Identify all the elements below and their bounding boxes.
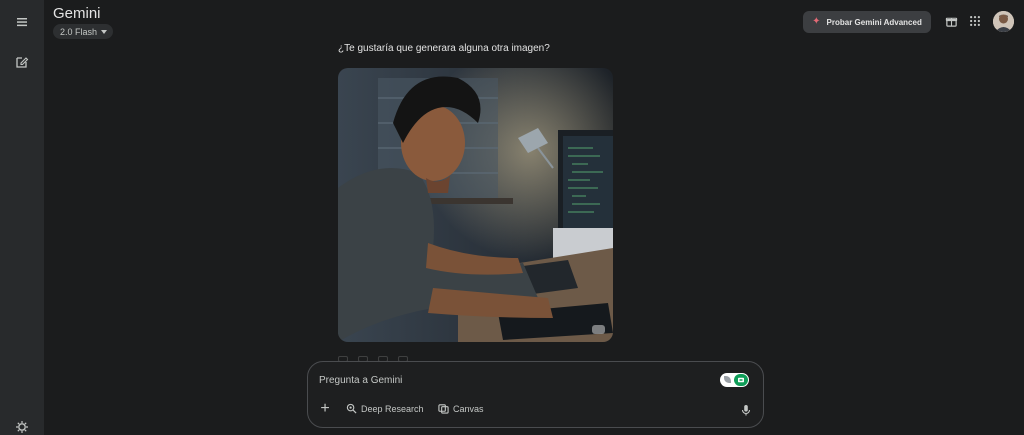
- toggle-knob: [734, 374, 748, 386]
- deep-research-label: Deep Research: [361, 404, 424, 414]
- leaf-icon: [724, 376, 731, 383]
- advanced-label: Probar Gemini Advanced: [826, 17, 922, 27]
- prompt-composer: + Deep Research Canvas: [307, 361, 764, 428]
- apps-grid-icon[interactable]: [968, 14, 982, 28]
- prompt-input[interactable]: [319, 373, 699, 387]
- app-title: Gemini: [53, 5, 101, 22]
- canvas-label: Canvas: [453, 404, 484, 414]
- model-selector[interactable]: 2.0 Flash: [53, 24, 114, 39]
- try-advanced-button[interactable]: ✦ Probar Gemini Advanced: [803, 11, 931, 33]
- caret-down-icon: [101, 29, 108, 34]
- add-attachment-button[interactable]: +: [318, 401, 332, 417]
- generated-image[interactable]: [338, 68, 613, 342]
- canvas-icon: [438, 403, 449, 416]
- gift-icon[interactable]: [944, 14, 958, 28]
- canvas-button[interactable]: Canvas: [438, 402, 484, 416]
- deep-research-icon: [346, 403, 357, 416]
- edit-icon[interactable]: [12, 52, 32, 72]
- model-question-text: ¿Te gustaría que generara alguna otra im…: [338, 43, 550, 54]
- microphone-icon[interactable]: [740, 403, 752, 416]
- side-rail: [0, 0, 44, 435]
- menu-icon[interactable]: [12, 12, 32, 32]
- image-info-icon: [592, 325, 605, 334]
- deep-research-button[interactable]: Deep Research: [346, 402, 424, 416]
- model-label: 2.0 Flash: [60, 26, 98, 37]
- user-avatar[interactable]: [993, 11, 1014, 32]
- sparkle-icon: ✦: [812, 16, 821, 27]
- settings-icon[interactable]: [12, 417, 32, 435]
- gemini-app: Gemini 2.0 Flash ✦ Probar Gemini Advance…: [0, 0, 1024, 435]
- canvas-toggle[interactable]: [720, 373, 749, 387]
